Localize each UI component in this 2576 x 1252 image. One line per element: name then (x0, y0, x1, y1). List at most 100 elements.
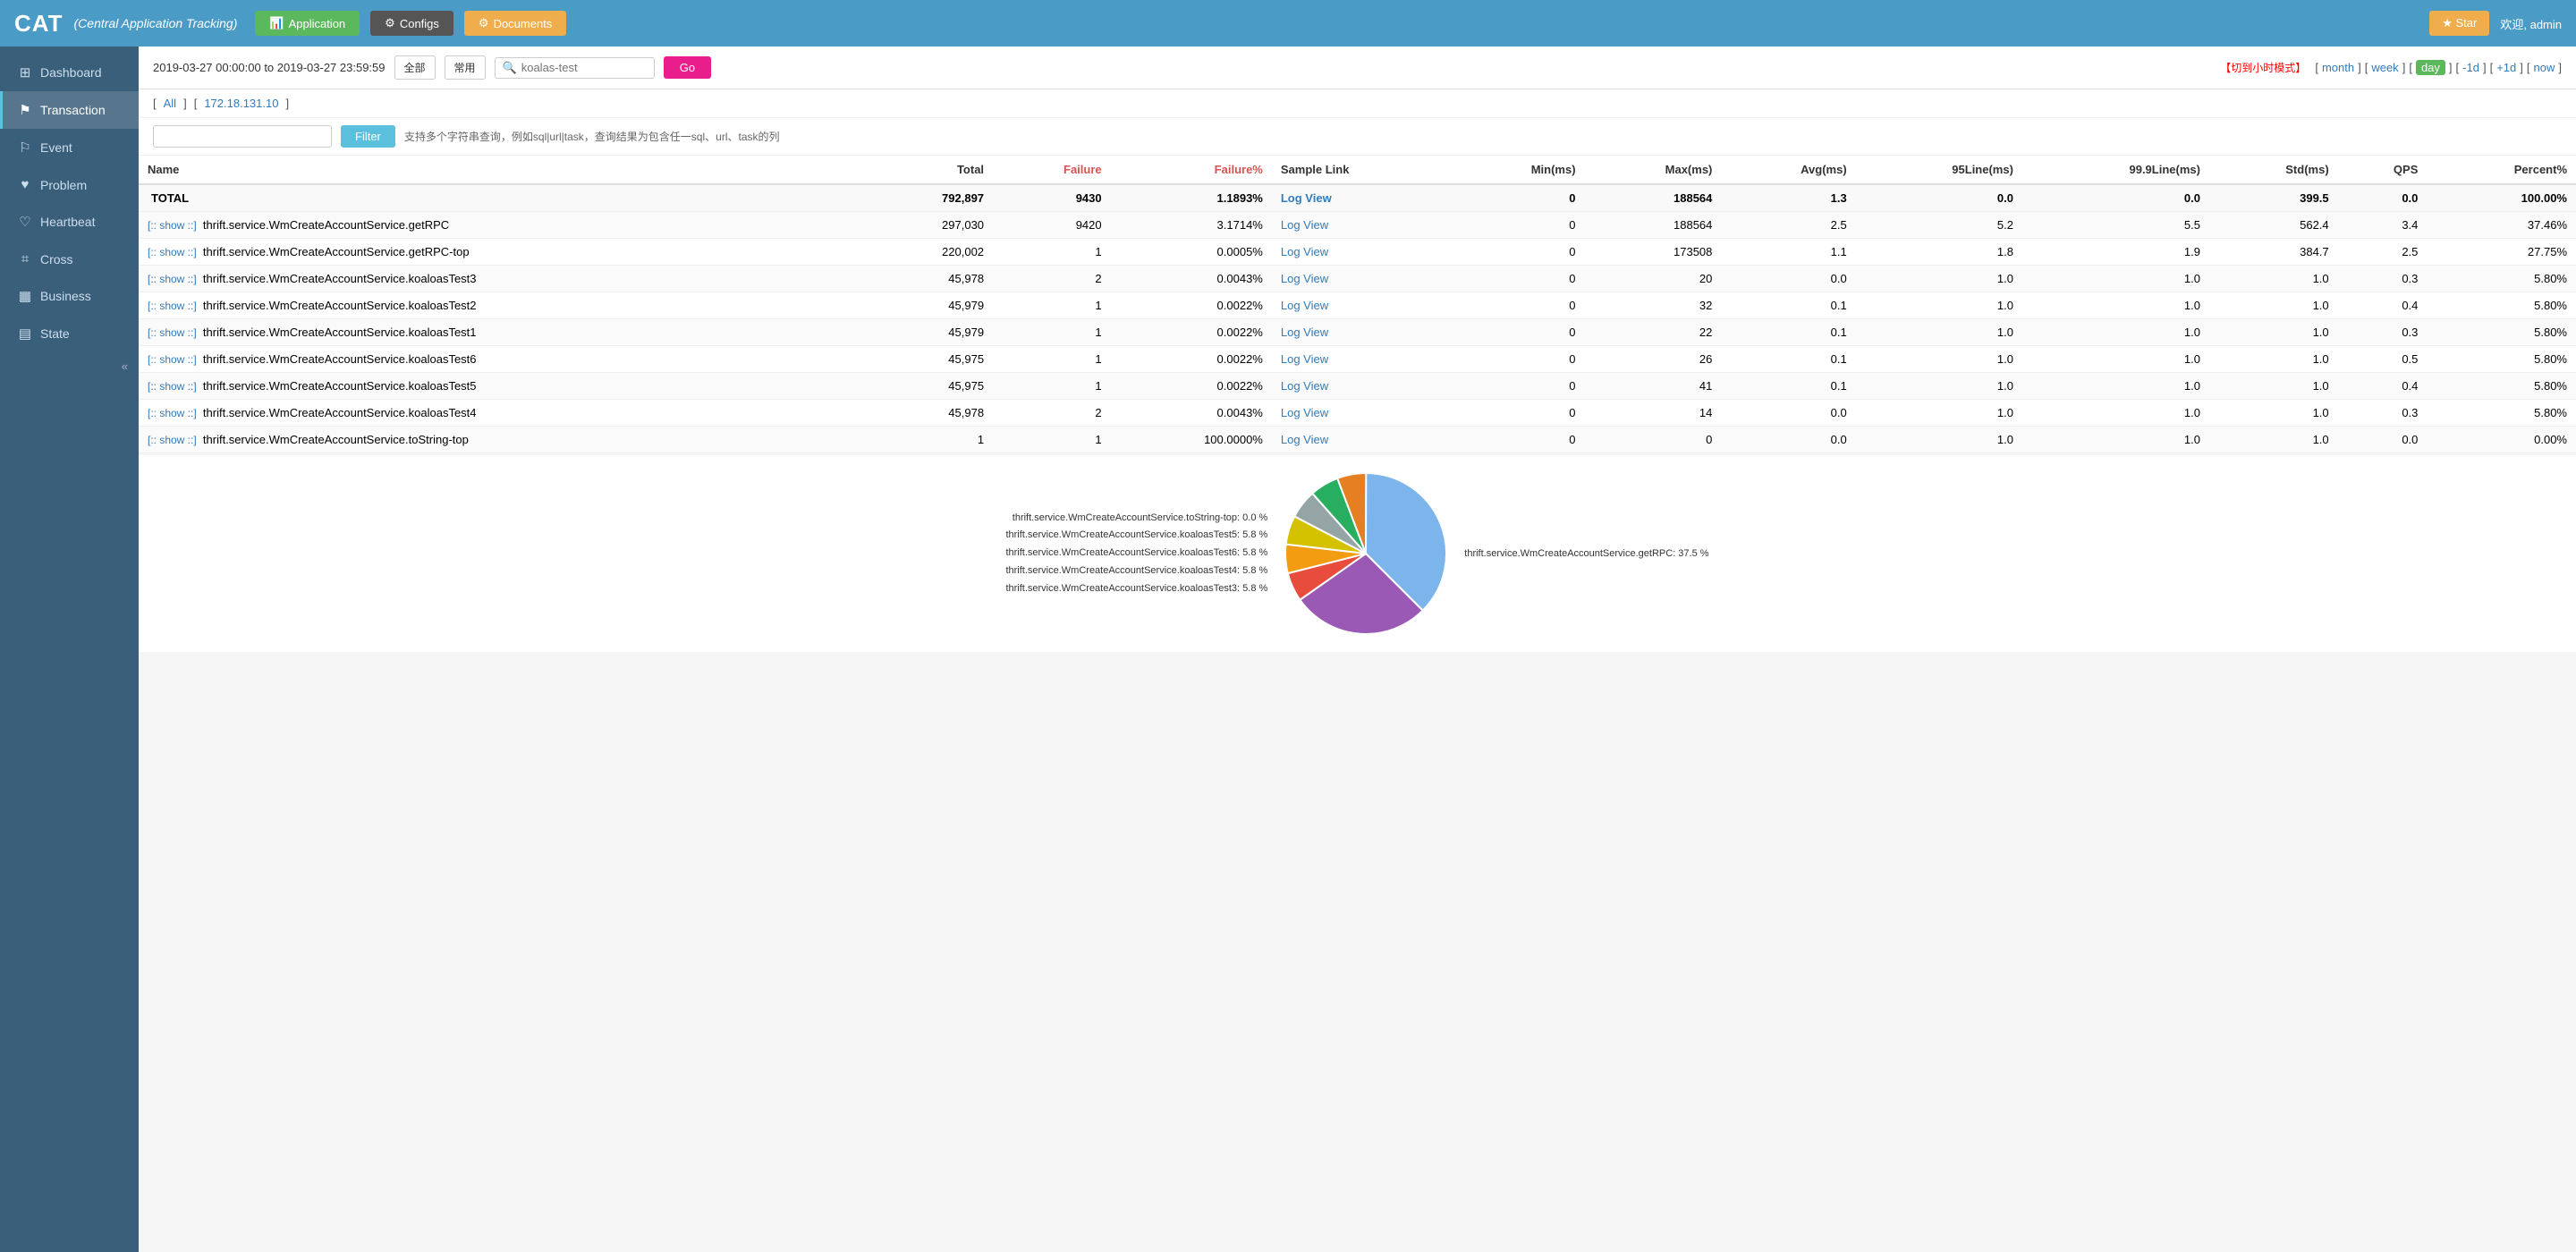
pie-label-left: thrift.service.WmCreateAccountService.ko… (1005, 527, 1267, 545)
collapse-icon: « (122, 360, 128, 373)
show-link[interactable]: [:: show ::] (148, 407, 197, 419)
transaction-table: Name Total Failure Failure% Sample Link … (139, 156, 2576, 453)
heartbeat-icon: ♡ (17, 214, 33, 230)
cross-icon: ⌗ (17, 251, 33, 266)
table-row: [:: show ::] thrift.service.WmCreateAcco… (139, 400, 2576, 427)
search-input[interactable] (521, 61, 647, 74)
filter-input[interactable] (153, 125, 332, 148)
sidebar-item-heartbeat[interactable]: ♡ Heartbeat (0, 203, 139, 241)
gear-icon: ⚙ (385, 16, 395, 30)
time-link-now[interactable]: now (2534, 61, 2555, 74)
time-link-bracket-open: [ (2315, 61, 2318, 74)
pie-label-left: thrift.service.WmCreateAccountService.ko… (1005, 563, 1267, 580)
log-view-link[interactable]: Log View (1281, 299, 1328, 312)
problem-icon: ♥ (17, 177, 33, 192)
changyong-button[interactable]: 常用 (445, 55, 486, 80)
header: CAT (Central Application Tracking) 📊 App… (0, 0, 2576, 47)
sidebar-item-transaction[interactable]: ⚑ Transaction (0, 91, 139, 129)
event-icon: ⚐ (17, 140, 33, 156)
filter-button[interactable]: Filter (341, 125, 395, 148)
show-link[interactable]: [:: show ::] (148, 434, 197, 446)
show-link[interactable]: [:: show ::] (148, 326, 197, 339)
quanbu-button[interactable]: 全部 (394, 55, 436, 80)
col-name: Name (139, 156, 867, 184)
show-link[interactable]: [:: show ::] (148, 353, 197, 366)
table-row: [:: show ::] thrift.service.WmCreateAcco… (139, 319, 2576, 346)
search-box: 🔍 (495, 57, 655, 79)
state-icon: ▤ (17, 326, 33, 342)
time-link-minus1d[interactable]: -1d (2462, 61, 2479, 74)
show-link[interactable]: [:: show ::] (148, 300, 197, 312)
table-row: [:: show ::] thrift.service.WmCreateAcco… (139, 346, 2576, 373)
col-failure-pct: Failure% (1111, 156, 1272, 184)
user-greeting: 欢迎, admin (2500, 15, 2562, 32)
pie-label-right: thrift.service.WmCreateAccountService.ge… (1464, 543, 1708, 564)
col-pct: Percent% (2427, 156, 2576, 184)
documents-button[interactable]: ⚙ Documents (464, 11, 566, 36)
sidebar-item-dashboard[interactable]: ⊞ Dashboard (0, 54, 139, 91)
time-link-month[interactable]: month (2322, 61, 2354, 74)
time-link-plus1d[interactable]: +1d (2496, 61, 2516, 74)
star-button[interactable]: ★ Star (2429, 11, 2489, 36)
sidebar-item-event[interactable]: ⚐ Event (0, 129, 139, 166)
sidebar-item-label: Transaction (40, 103, 106, 117)
log-view-link[interactable]: Log View (1281, 379, 1328, 393)
log-view-link[interactable]: Log View (1281, 433, 1328, 446)
filter-hint: 支持多个字符串查询，例如sql|url|task，查询结果为包含任一sql、ur… (404, 129, 780, 144)
sidebar-item-label: Dashboard (40, 65, 102, 80)
configs-button[interactable]: ⚙ Configs (370, 11, 453, 36)
sidebar-item-label: Problem (40, 178, 87, 192)
show-link[interactable]: [:: show ::] (148, 380, 197, 393)
subtitle: (Central Application Tracking) (74, 16, 238, 30)
table-row: TOTAL792,89794301.1893%Log View01885641.… (139, 184, 2576, 212)
dashboard-icon: ⊞ (17, 64, 33, 80)
toolbar: 2019-03-27 00:00:00 to 2019-03-27 23:59:… (139, 47, 2576, 89)
business-icon: ▦ (17, 288, 33, 304)
log-view-link[interactable]: Log View (1281, 218, 1328, 232)
log-view-link[interactable]: Log View (1281, 272, 1328, 285)
search-icon: 🔍 (503, 61, 517, 75)
table-container: Name Total Failure Failure% Sample Link … (139, 156, 2576, 453)
sidebar-item-label: Cross (40, 252, 73, 266)
col-sample-link: Sample Link (1272, 156, 1453, 184)
log-view-link[interactable]: Log View (1281, 406, 1328, 419)
tag-ip[interactable]: 172.18.131.10 (204, 97, 278, 110)
go-button[interactable]: Go (664, 56, 711, 79)
show-link[interactable]: [:: show ::] (148, 273, 197, 285)
col-total: Total (867, 156, 993, 184)
col-min: Min(ms) (1453, 156, 1585, 184)
pie-label-left: thrift.service.WmCreateAccountService.ko… (1005, 580, 1267, 598)
sidebar-item-label: Business (40, 289, 91, 303)
sidebar-collapse-button[interactable]: « (0, 352, 139, 380)
show-link[interactable]: [:: show ::] (148, 219, 197, 232)
table-header-row: Name Total Failure Failure% Sample Link … (139, 156, 2576, 184)
table-row: [:: show ::] thrift.service.WmCreateAcco… (139, 212, 2576, 239)
sidebar-item-problem[interactable]: ♥ Problem (0, 166, 139, 203)
application-button[interactable]: 📊 Application (255, 11, 360, 36)
col-max: Max(ms) (1585, 156, 1722, 184)
layout: ⊞ Dashboard ⚑ Transaction ⚐ Event ♥ Prob… (0, 47, 2576, 1252)
mode-switch[interactable]: 【切到小时模式】 (2220, 60, 2306, 75)
filter-row: Filter 支持多个字符串查询，例如sql|url|task，查询结果为包含任… (139, 118, 2576, 156)
log-view-link[interactable]: Log View (1281, 191, 1332, 205)
col-p95: 95Line(ms) (1856, 156, 2022, 184)
pie-labels-right: thrift.service.WmCreateAccountService.ge… (1464, 543, 1708, 564)
time-link-week[interactable]: week (2371, 61, 2398, 74)
pie-label-left: thrift.service.WmCreateAccountService.ko… (1005, 545, 1267, 563)
time-link-day[interactable]: day (2416, 60, 2445, 75)
chart-area: thrift.service.WmCreateAccountService.to… (139, 455, 2576, 652)
log-view-link[interactable]: Log View (1281, 352, 1328, 366)
time-links: [ month ] [ week ] [ day ] [ -1d ] [ +1d… (2315, 60, 2562, 75)
log-view-link[interactable]: Log View (1281, 245, 1328, 258)
tag-all[interactable]: All (164, 97, 176, 110)
sidebar-item-cross[interactable]: ⌗ Cross (0, 241, 139, 277)
sidebar-item-label: Heartbeat (40, 215, 95, 229)
table-row: [:: show ::] thrift.service.WmCreateAcco… (139, 266, 2576, 292)
sidebar-item-state[interactable]: ▤ State (0, 315, 139, 352)
pie-chart-container: thrift.service.WmCreateAccountService.to… (153, 473, 2562, 634)
date-range: 2019-03-27 00:00:00 to 2019-03-27 23:59:… (153, 61, 386, 74)
pie-labels-left: thrift.service.WmCreateAccountService.to… (1005, 510, 1267, 598)
show-link[interactable]: [:: show ::] (148, 246, 197, 258)
log-view-link[interactable]: Log View (1281, 326, 1328, 339)
sidebar-item-business[interactable]: ▦ Business (0, 277, 139, 315)
